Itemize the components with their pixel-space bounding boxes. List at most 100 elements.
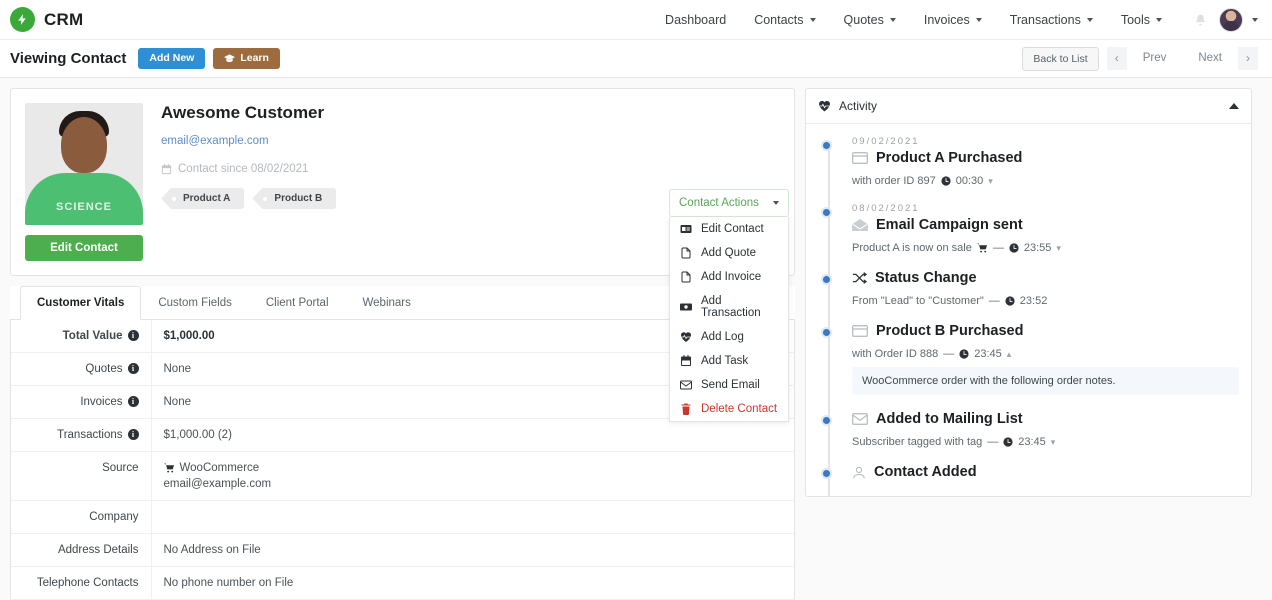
contact-actions-label: Contact Actions [679,197,759,209]
menu-item-send-email[interactable]: Send Email [670,373,788,397]
menu-item-add-task[interactable]: Add Task [670,349,788,373]
menu-item-add-log[interactable]: Add Log [670,325,788,349]
add-new-button[interactable]: Add New [138,48,206,69]
activity-date: 08/02/2021 [852,203,920,214]
activity-time: 23:45 [1018,436,1046,448]
next-button[interactable]: Next [1182,52,1238,64]
info-icon[interactable]: i [127,330,139,342]
back-to-list-button[interactable]: Back to List [1022,46,1099,71]
nav-item-invoices[interactable]: Invoices [910,13,996,27]
tag-product-b[interactable]: Product B [252,188,337,209]
activity-title: Activity [839,99,878,113]
menu-item-add-invoice[interactable]: Add Invoice [670,265,788,289]
tab-webinars[interactable]: Webinars [346,286,428,320]
graduation-cap-icon [224,54,236,63]
avatar-chevron-down-icon[interactable] [1252,17,1258,22]
prev-button[interactable]: Prev [1127,52,1183,64]
menu-item-edit-contact[interactable]: Edit Contact [670,217,788,241]
activity-dash: — [987,436,999,448]
row-label: Company [89,511,139,523]
table-row: Company [11,500,794,534]
activity-meta-text: Subscriber tagged with tag [852,436,983,448]
nav-item-dashboard[interactable]: Dashboard [651,13,740,27]
edit-contact-button[interactable]: Edit Contact [25,235,143,261]
credit-card-icon [852,325,868,337]
activity-column: Activity 09/02/2021 Product A Purchased … [805,88,1252,590]
activity-item: Product B Purchased with Order ID 888 — … [818,323,1239,411]
heartbeat-icon [680,331,692,343]
contact-actions-toggle[interactable]: Contact Actions [669,189,789,217]
activity-header: Activity [806,89,1251,124]
brand-logo[interactable]: CRM [10,7,83,32]
chevron-up-icon[interactable]: ▴ [1007,349,1012,360]
activity-dash: — [988,295,1000,307]
nav-item-tools[interactable]: Tools [1107,13,1176,27]
clock-icon [959,349,969,359]
table-row: Source WooCommerce email@example.com [11,451,794,501]
activity-title-row: Email Campaign sent [852,217,1239,233]
learn-button[interactable]: Learn [213,48,280,69]
tab-custom-fields[interactable]: Custom Fields [141,286,249,320]
menu-item-add-quote[interactable]: Add Quote [670,241,788,265]
menu-item-label: Delete Contact [701,403,778,415]
tab-client-portal[interactable]: Client Portal [249,286,346,320]
activity-meta: From "Lead" to "Customer" — 23:52 [852,295,1239,307]
row-label-cell: Telephone Contacts [11,566,152,600]
bell-icon[interactable] [1194,13,1207,27]
prev-chevron-icon[interactable]: ‹ [1106,47,1127,70]
activity-title-row: Added to Mailing List [852,411,1239,427]
row-value [151,500,794,534]
caret-up-icon[interactable] [1229,103,1239,109]
info-icon[interactable]: i [127,429,139,441]
shopping-cart-icon [976,243,988,253]
chevron-down-icon [889,17,896,22]
contact-photo: SCIENCE [25,103,143,225]
chevron-down-icon[interactable]: ▾ [988,176,993,187]
info-icon[interactable]: i [127,363,139,375]
lightning-bolt-icon [10,7,35,32]
activity-timeline: 09/02/2021 Product A Purchased with orde… [806,124,1251,496]
photo-shirt-text: SCIENCE [56,201,112,213]
tab-customer-vitals[interactable]: Customer Vitals [20,286,142,320]
menu-item-delete-contact[interactable]: Delete Contact [670,397,788,421]
activity-item: Contact Added [818,464,1239,496]
activity-item: 09/02/2021 Product A Purchased with orde… [818,136,1239,203]
menu-item-label: Send Email [701,379,760,391]
source-name: WooCommerce [179,462,260,474]
timeline-dot [821,274,832,285]
activity-name: Status Change [875,270,977,286]
row-value: No phone number on File [151,566,794,600]
activity-time: 23:55 [1023,242,1052,254]
activity-item: Added to Mailing List Subscriber tagged … [818,411,1239,464]
activity-meta: Subscriber tagged with tag — 23:45 ▾ [852,436,1239,448]
timeline-dot [821,468,832,479]
activity-meta-text: with order ID 897 [852,175,936,187]
chevron-down-icon[interactable]: ▾ [1056,243,1061,254]
row-label-cell: Source [11,451,152,501]
chevron-down-icon[interactable]: ▾ [1051,437,1056,448]
id-card-icon [680,223,692,235]
sub-header-bar: Viewing Contact Add New Learn Back to Li… [0,40,1272,78]
menu-item-label: Add Quote [701,247,756,259]
nav-item-contacts[interactable]: Contacts [740,13,829,27]
row-label: Quotes [85,363,123,375]
menu-item-label: Edit Contact [701,223,764,235]
avatar[interactable] [1219,7,1243,32]
info-icon[interactable]: i [127,396,139,408]
envelope-open-icon [852,219,868,231]
row-label: Address Details [57,544,139,556]
activity-name: Added to Mailing List [876,411,1023,427]
nav-label: Tools [1120,12,1150,27]
timeline-dot [821,140,832,151]
row-label: Source [102,462,139,474]
clock-icon [1005,296,1015,306]
nav-item-quotes[interactable]: Quotes [830,13,910,27]
tag-product-a[interactable]: Product A [161,188,245,209]
menu-item-add-transaction[interactable]: Add Transaction [670,289,788,325]
table-row: Transactions i $1,000.00 (2) [11,418,794,452]
activity-name: Contact Added [874,464,977,480]
next-chevron-icon[interactable]: › [1238,47,1258,70]
nav-item-transactions[interactable]: Transactions [996,13,1107,27]
contact-email-link[interactable]: email@example.com [161,135,336,147]
money-bill-icon [680,301,692,313]
